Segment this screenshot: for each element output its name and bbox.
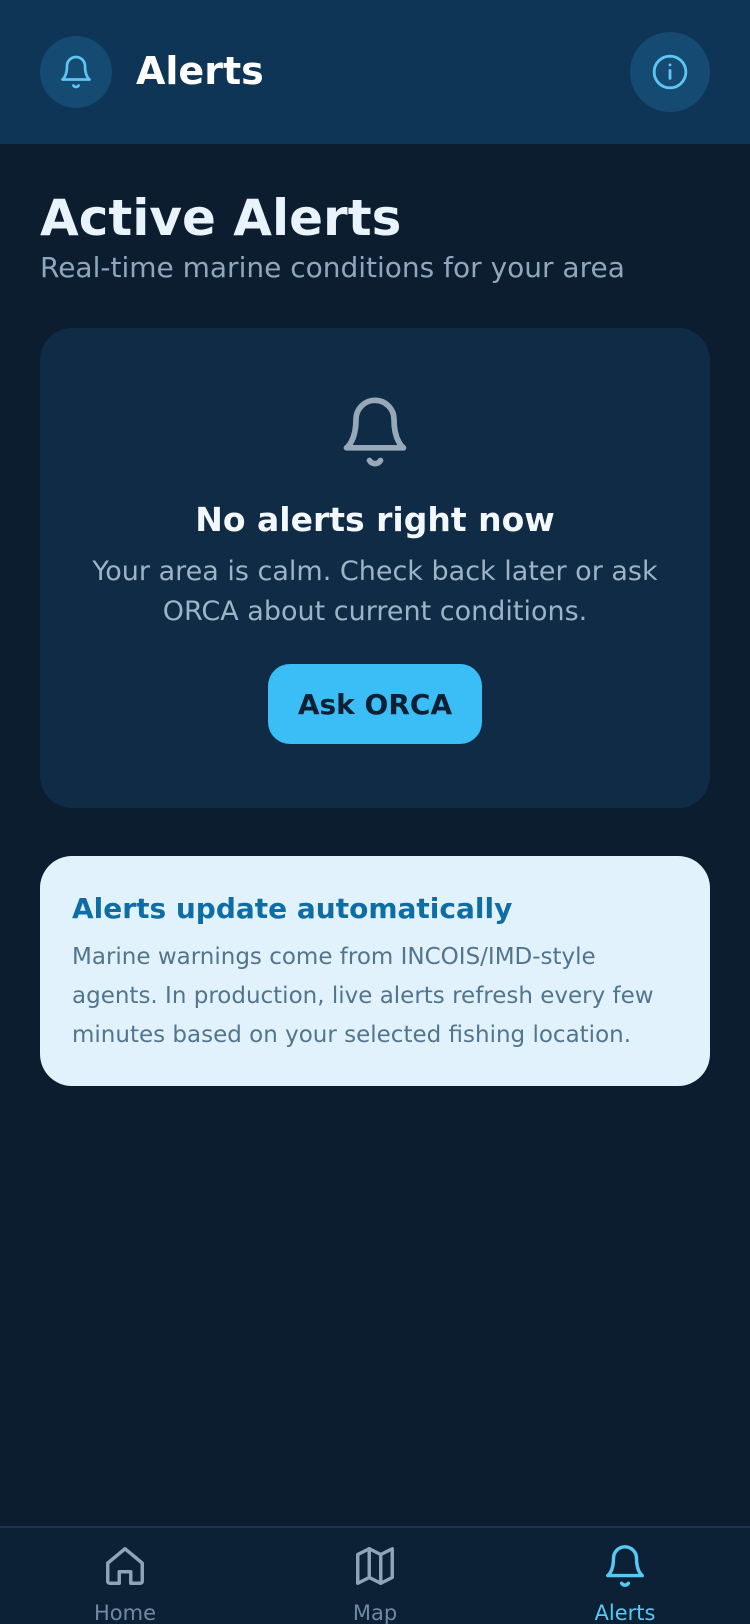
bell-icon	[343, 397, 407, 467]
info-card-title: Alerts update automatically	[72, 892, 513, 925]
alerts-screen: Alerts Active Alerts Real-time marine co…	[0, 0, 750, 1624]
nav-item-map[interactable]: Map	[285, 1528, 465, 1624]
header-title: Alerts	[136, 49, 264, 93]
home-icon	[106, 1547, 144, 1585]
info-card-text: Marine warnings come from INCOIS/IMD-sty…	[72, 944, 654, 1048]
nav-item-alerts[interactable]: Alerts	[535, 1528, 715, 1624]
nav-item-home[interactable]: Home	[35, 1528, 215, 1624]
empty-bell-icon-wrap	[337, 392, 413, 472]
empty-alerts-card: No alerts right now Your area is calm. C…	[40, 328, 710, 808]
page-title: Active Alerts	[40, 189, 402, 247]
app-header: Alerts	[0, 0, 750, 144]
bell-icon	[606, 1545, 644, 1587]
empty-state-title: No alerts right now	[195, 500, 555, 539]
bell-icon	[61, 55, 91, 89]
map-icon	[356, 1547, 394, 1585]
nav-label-map: Map	[352, 1601, 398, 1624]
nav-label-home: Home	[93, 1601, 156, 1624]
page-subtitle: Real-time marine conditions for your are…	[40, 251, 625, 284]
auto-update-info-card: Alerts update automatically Marine warni…	[40, 856, 710, 1086]
empty-state-text: Your area is calm. Check back later or a…	[92, 556, 658, 627]
nav-label-alerts: Alerts	[594, 1601, 656, 1624]
ask-orca-button[interactable]: Ask ORCA	[268, 664, 482, 744]
bottom-nav: Home Map Alerts	[0, 1526, 750, 1624]
info-button[interactable]	[630, 32, 710, 112]
header-bell-badge	[40, 36, 112, 108]
info-icon	[652, 54, 688, 90]
